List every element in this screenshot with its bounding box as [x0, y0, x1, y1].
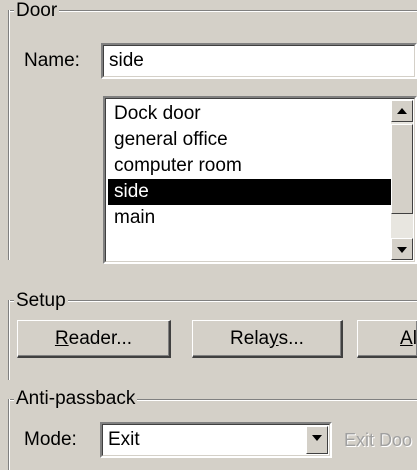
scroll-down-arrow-icon: [397, 247, 407, 253]
mode-label: Mode:: [24, 429, 77, 450]
chevron-down-icon: [312, 435, 322, 441]
setup-group-label: Setup: [14, 290, 68, 312]
door-listbox[interactable]: Dock door general office computer room side…: [103, 96, 417, 264]
alarm-button-label: Alar: [400, 328, 417, 349]
door-list-item[interactable]: main: [108, 205, 393, 231]
scroll-up-arrow-icon: [397, 108, 407, 114]
door-list-item[interactable]: Dock door: [108, 101, 393, 127]
antipassback-group-label: Anti-passback: [14, 388, 138, 410]
scroll-thumb[interactable]: [391, 124, 413, 214]
door-properties-pane: Door Name: side Dock door general office c…: [0, 0, 417, 470]
door-list-item[interactable]: side: [108, 179, 393, 205]
door-list-items: Dock door general office computer room side…: [108, 101, 393, 231]
reader-button-label: Reader...: [54, 328, 133, 349]
door-list-item[interactable]: computer room: [108, 153, 393, 179]
mode-value: Exit: [108, 429, 140, 450]
scroll-down-button[interactable]: [391, 238, 413, 260]
name-label: Name:: [24, 50, 80, 71]
door-list-scrollbar[interactable]: [391, 100, 413, 260]
scroll-up-button[interactable]: [391, 100, 413, 122]
reader-button[interactable]: Reader...: [17, 320, 171, 358]
mode-dropdown-button[interactable]: [306, 426, 328, 454]
door-name-value: side: [109, 50, 144, 71]
exit-door-label: Exit Doo: [344, 430, 413, 450]
door-list-item[interactable]: general office: [108, 127, 393, 153]
relays-button-label: Relays...: [230, 328, 304, 349]
door-group-label: Door: [14, 0, 60, 22]
alarm-button[interactable]: Alar: [357, 320, 417, 358]
mode-combobox[interactable]: Exit: [100, 422, 332, 458]
door-name-input[interactable]: side: [101, 43, 417, 79]
relays-button[interactable]: Relays...: [192, 320, 343, 358]
